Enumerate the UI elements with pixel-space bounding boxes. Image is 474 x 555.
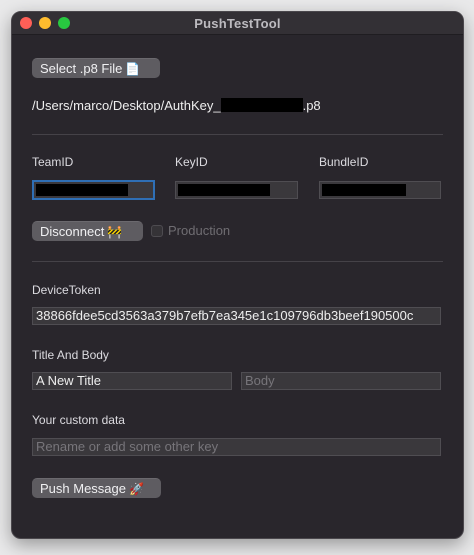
document-icon: 📄 [125, 62, 141, 76]
file-path: /Users/marco/Desktop/AuthKey_ .p8 [32, 98, 321, 113]
redacted-value [36, 184, 128, 196]
title-bar[interactable]: PushTestTool [12, 12, 463, 35]
push-message-label: Push Message [40, 481, 126, 496]
custom-data-placeholder: Rename or add some other key [36, 439, 219, 454]
construction-icon: 🚧 [107, 225, 123, 239]
production-checkbox[interactable] [151, 225, 163, 237]
title-field[interactable]: A New Title [32, 372, 232, 390]
redacted-value [322, 184, 406, 196]
select-p8-file-button[interactable]: Select .p8 File 📄 [32, 58, 160, 78]
disconnect-button[interactable]: Disconnect 🚧 [32, 221, 143, 241]
bundle-id-label: BundleID [319, 155, 369, 169]
device-token-label: DeviceToken [32, 283, 101, 297]
divider [32, 134, 443, 135]
divider [32, 261, 443, 262]
team-id-label: TeamID [32, 155, 74, 169]
custom-data-field[interactable]: Rename or add some other key [32, 438, 441, 456]
device-token-field[interactable]: 38866fdee5cd3563a379b7efb7ea345e1c109796… [32, 307, 441, 325]
key-id-label: KeyID [175, 155, 208, 169]
redacted-value [178, 184, 270, 196]
app-window: PushTestTool Select .p8 File 📄 /Users/mar… [11, 11, 464, 539]
bundle-id-field[interactable] [319, 181, 441, 199]
custom-data-label: Your custom data [32, 413, 125, 427]
redacted-key-id [220, 98, 303, 112]
team-id-field[interactable] [32, 180, 155, 200]
push-message-button[interactable]: Push Message 🚀 [32, 478, 161, 498]
file-path-suffix: .p8 [302, 98, 321, 113]
body-field[interactable]: Body [241, 372, 441, 390]
rocket-icon: 🚀 [129, 482, 144, 496]
select-p8-file-label: Select .p8 File [40, 61, 123, 76]
title-body-label: Title And Body [32, 348, 109, 362]
key-id-field[interactable] [175, 181, 298, 199]
body-placeholder: Body [245, 373, 275, 388]
file-path-prefix: /Users/marco/Desktop/AuthKey_ [32, 98, 221, 113]
disconnect-label: Disconnect [40, 224, 105, 239]
production-label: Production [168, 223, 231, 238]
window-title: PushTestTool [194, 16, 281, 31]
